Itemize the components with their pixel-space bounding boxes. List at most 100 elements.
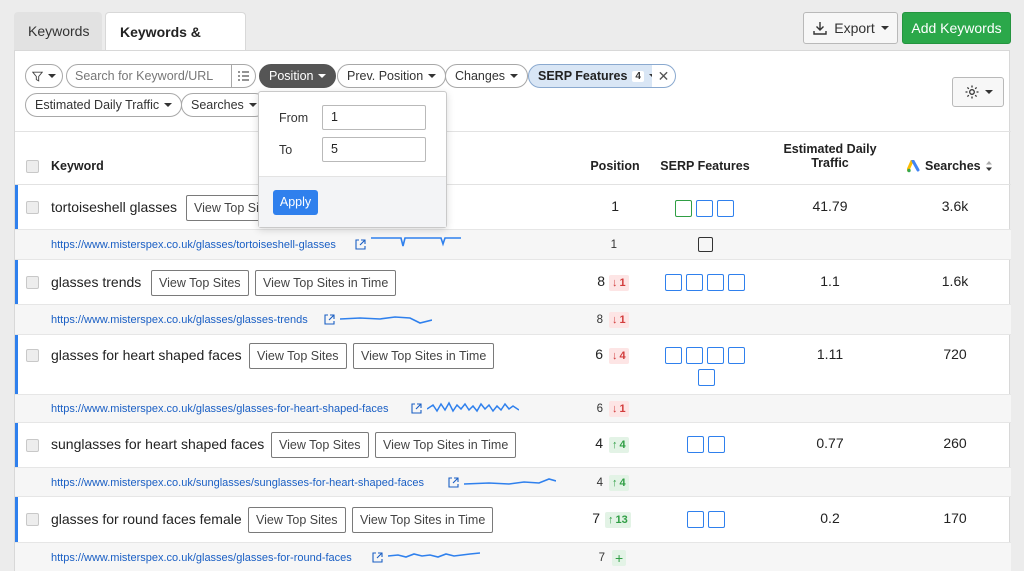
position-change-badge: ↓ 4	[609, 348, 629, 364]
url-link[interactable]: https://www.misterspex.co.uk/glasses/gla…	[51, 552, 352, 564]
search-placeholder: Search for Keyword/URL	[75, 69, 214, 83]
external-link-icon[interactable]	[372, 552, 383, 563]
table-row: glasses for heart shaped faces View Top …	[15, 335, 1011, 395]
list-icon	[665, 274, 682, 291]
row-accent	[15, 497, 18, 542]
gear-icon	[965, 85, 978, 99]
column-keyword[interactable]: Keyword	[51, 159, 104, 173]
chevron-down-icon	[48, 74, 56, 78]
row-accent	[15, 185, 18, 229]
external-link-icon[interactable]	[324, 314, 335, 325]
arrow-up-icon: ↑	[612, 439, 618, 451]
export-button[interactable]: Export	[803, 12, 898, 44]
url-link[interactable]: https://www.misterspex.co.uk/glasses/gla…	[51, 314, 308, 326]
position-change-badge: ↓ 1	[609, 275, 629, 291]
view-top-sites-in-time-button[interactable]: View Top Sites in Time	[353, 343, 495, 369]
position-value: 7	[592, 510, 600, 526]
tab-keywords[interactable]: Keywords	[14, 12, 102, 50]
position-change-badge: ↑ 4	[609, 437, 629, 453]
column-serp-features[interactable]: SERP Features	[655, 159, 755, 173]
view-top-sites-button[interactable]: View Top Sites	[249, 343, 347, 369]
review-icon	[675, 200, 692, 217]
view-top-sites-button[interactable]: View Top Sites	[151, 270, 249, 296]
view-top-sites-in-time-button[interactable]: View Top Sites in Time	[375, 432, 517, 458]
searches-filter[interactable]: Searches	[181, 93, 267, 117]
row-checkbox[interactable]	[26, 276, 39, 289]
url-link[interactable]: https://www.misterspex.co.uk/glasses/tor…	[51, 239, 336, 251]
search-input[interactable]: Search for Keyword/URL	[66, 64, 256, 88]
arrow-up-icon: ↑	[608, 514, 614, 526]
column-searches[interactable]: Searches	[907, 159, 999, 173]
price-icon	[728, 347, 745, 364]
view-top-sites-in-time-button[interactable]: View Top Sites in Time	[255, 270, 397, 296]
row-checkbox[interactable]	[26, 201, 39, 214]
view-top-sites-button[interactable]: View Top Sites	[271, 432, 369, 458]
to-input[interactable]: 5	[322, 137, 426, 162]
url-position: 7	[598, 552, 605, 564]
position-value: 1	[611, 198, 619, 214]
sparkline	[464, 478, 556, 485]
url-position: 8	[596, 314, 603, 326]
chat-icon	[708, 436, 725, 453]
filter-menu-button[interactable]	[25, 64, 63, 88]
prev-position-filter[interactable]: Prev. Position	[337, 64, 447, 88]
video-icon	[698, 369, 715, 386]
keyword-text: glasses for heart shaped faces	[51, 347, 242, 363]
remove-serp-filter-button[interactable]: ✕	[652, 64, 676, 88]
close-icon: ✕	[657, 67, 670, 84]
chat-icon	[686, 274, 703, 291]
select-all-checkbox[interactable]	[26, 160, 39, 173]
url-link[interactable]: https://www.misterspex.co.uk/sunglasses/…	[51, 477, 424, 489]
row-accent	[15, 423, 18, 467]
keyword-text: glasses trends	[51, 274, 142, 290]
url-link[interactable]: https://www.misterspex.co.uk/glasses/gla…	[51, 403, 388, 415]
estimated-traffic-filter[interactable]: Estimated Daily Traffic	[25, 93, 183, 117]
serp-feature-icons	[687, 511, 725, 528]
est-traffic-label: Estimated Daily Traffic	[35, 98, 160, 112]
change-value: 1	[619, 277, 626, 289]
tab-keywords-urls[interactable]: Keywords & URLs	[105, 12, 246, 78]
sparkline	[388, 552, 480, 558]
sort-icon[interactable]	[985, 160, 993, 172]
position-filter-dropdown: From 1 To 5 Apply	[258, 91, 447, 228]
position-change-badge: ↑ 13	[605, 512, 631, 528]
column-position[interactable]: Position	[585, 159, 645, 173]
url-change-value: 4	[619, 477, 626, 489]
serp-count-badge: 4	[632, 70, 644, 82]
shopping-icon	[707, 347, 724, 364]
row-checkbox[interactable]	[26, 349, 39, 362]
external-link-icon[interactable]	[448, 477, 459, 488]
searches-value: 720	[943, 346, 967, 362]
column-estimated-traffic[interactable]: Estimated Daily Traffic	[775, 142, 885, 170]
table-row: glasses for round faces female View Top …	[15, 497, 1011, 543]
traffic-value: 0.2	[820, 510, 840, 526]
arrow-down-icon: ↓	[612, 277, 618, 289]
url-change-badge: ↓ 1	[609, 312, 629, 328]
bulk-list-icon[interactable]	[231, 65, 255, 87]
row-checkbox[interactable]	[26, 513, 39, 526]
serp-features-filter[interactable]: SERP Features 4	[528, 64, 657, 88]
traffic-value: 0.77	[816, 435, 844, 451]
row-checkbox[interactable]	[26, 439, 39, 452]
google-ads-icon	[907, 159, 920, 172]
add-keywords-button[interactable]: Add Keywords	[902, 12, 1011, 44]
url-change-value: 1	[619, 314, 626, 326]
position-filter-label: Position	[269, 69, 314, 83]
keywords-panel: Search for Keyword/URL Position Prev. Po…	[14, 50, 1011, 571]
url-position: 6	[596, 403, 603, 415]
position-filter[interactable]: Position	[259, 64, 337, 88]
chevron-down-icon	[880, 26, 889, 30]
chevron-down-icon	[248, 103, 257, 107]
apply-button[interactable]: Apply	[273, 190, 318, 215]
external-link-icon[interactable]	[411, 403, 422, 414]
view-top-sites-button[interactable]: View Top Sites	[248, 507, 346, 533]
settings-button[interactable]	[952, 77, 1004, 107]
view-top-sites-in-time-button[interactable]: View Top Sites in Time	[352, 507, 494, 533]
video-icon	[728, 274, 745, 291]
changes-filter[interactable]: Changes	[445, 64, 529, 88]
from-input[interactable]: 1	[322, 105, 426, 130]
searches-filter-label: Searches	[191, 98, 244, 112]
prev-position-label: Prev. Position	[347, 69, 424, 83]
external-link-icon[interactable]	[355, 239, 366, 250]
url-row: https://www.misterspex.co.uk/glasses/gla…	[15, 305, 1011, 335]
